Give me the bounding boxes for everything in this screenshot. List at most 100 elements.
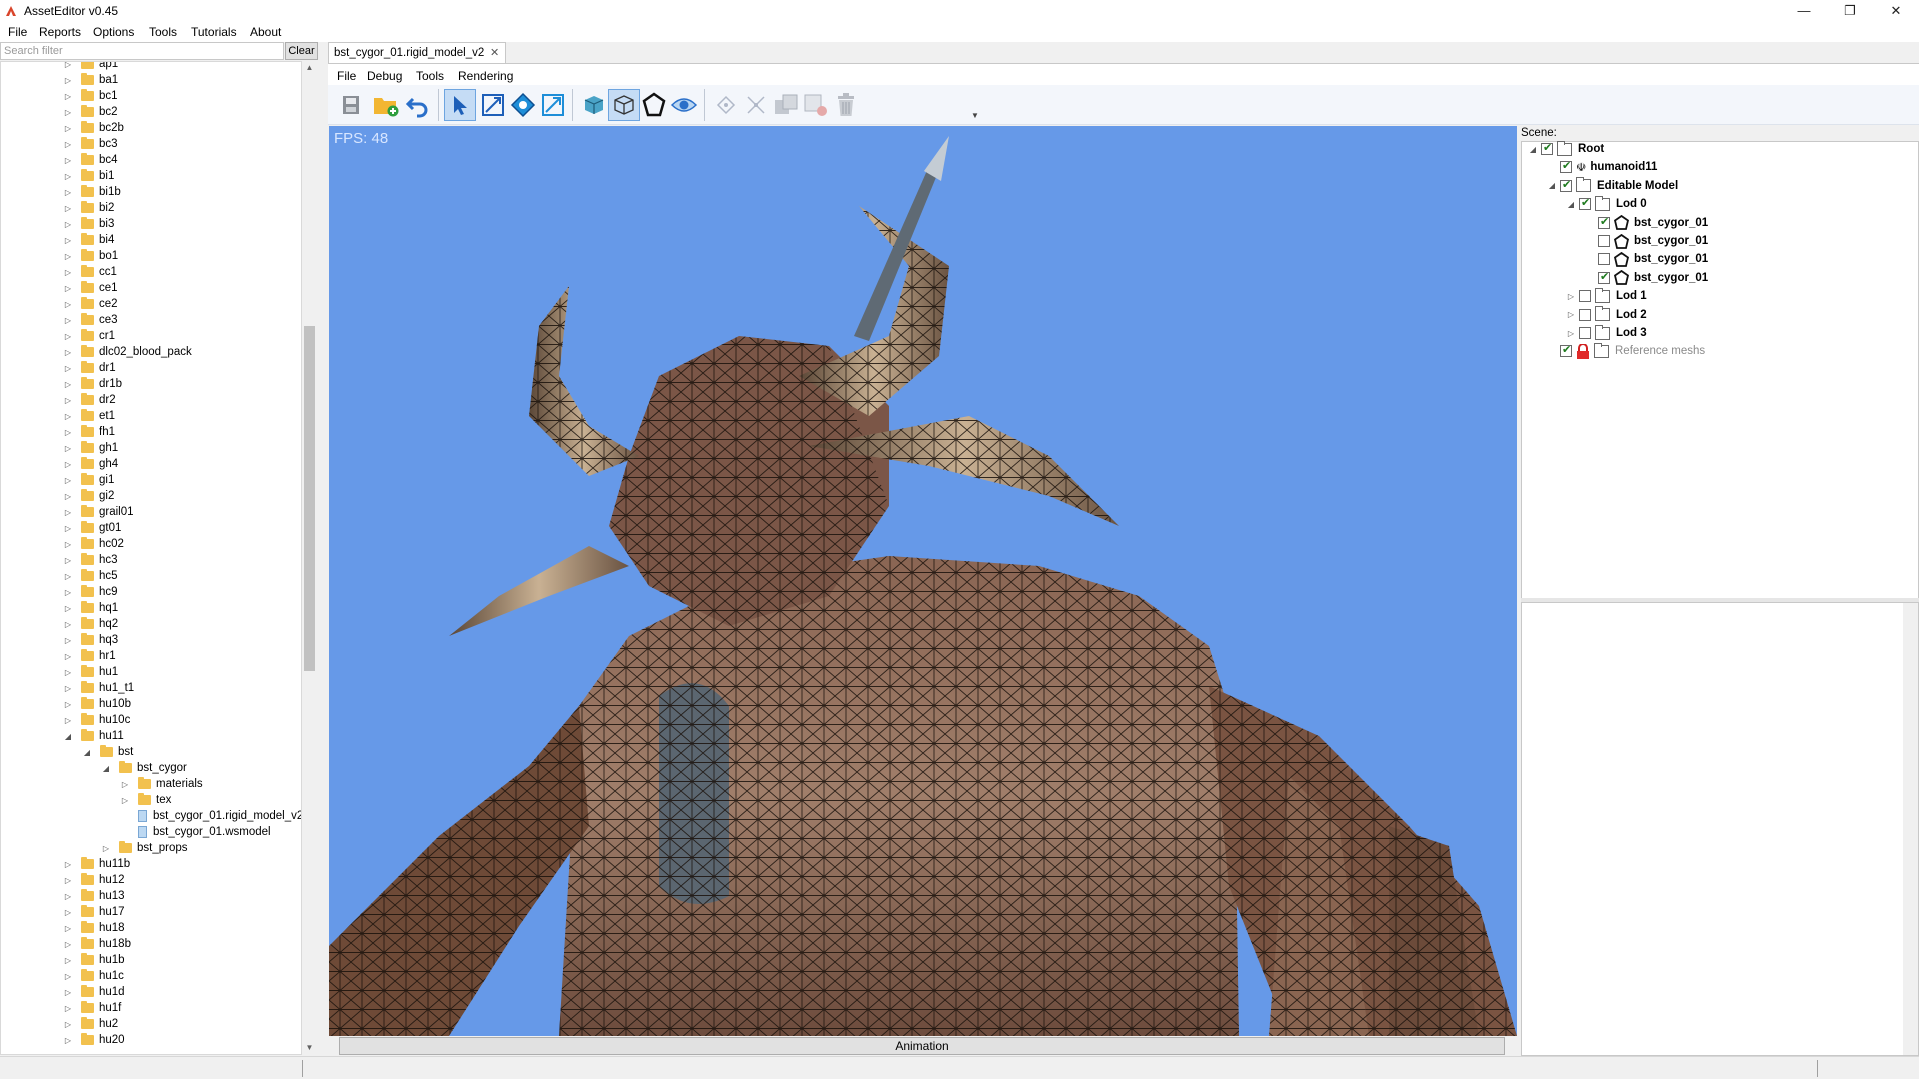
visibility-checkbox[interactable]: [1598, 235, 1610, 247]
file-tree-folder[interactable]: ◢ hu11: [63, 728, 124, 744]
collapsed-arrow-icon[interactable]: ▷: [63, 172, 73, 181]
expanded-arrow-icon[interactable]: ◢: [1527, 145, 1539, 154]
file-tree-folder[interactable]: ◢ bst: [82, 744, 133, 760]
file-tree-folder[interactable]: ▷ dr1: [63, 360, 116, 376]
collapsed-arrow-icon[interactable]: ▷: [63, 604, 73, 613]
collapsed-arrow-icon[interactable]: ▷: [63, 124, 73, 133]
file-tree-folder[interactable]: ▷ materials: [120, 776, 203, 792]
collapsed-arrow-icon[interactable]: ▷: [63, 460, 73, 469]
collapsed-arrow-icon[interactable]: ▷: [63, 924, 73, 933]
collapsed-arrow-icon[interactable]: ▷: [63, 988, 73, 997]
collapsed-arrow-icon[interactable]: ▷: [63, 684, 73, 693]
collapsed-arrow-icon[interactable]: ▷: [63, 972, 73, 981]
collapsed-arrow-icon[interactable]: ▷: [63, 156, 73, 165]
file-tree-folder[interactable]: ▷ hc5: [63, 568, 118, 584]
collapsed-arrow-icon[interactable]: ▷: [63, 348, 73, 357]
expand-icon[interactable]: [537, 89, 569, 121]
file-tree-folder[interactable]: ▷ bc1: [63, 88, 118, 104]
file-tree-folder[interactable]: ▷ gi1: [63, 472, 114, 488]
file-tree-folder[interactable]: ▷ cr1: [63, 328, 115, 344]
file-tree-folder[interactable]: ▷ bi1: [63, 168, 114, 184]
clear-button[interactable]: Clear: [285, 42, 318, 60]
collapsed-arrow-icon[interactable]: ▷: [63, 1004, 73, 1013]
collapsed-arrow-icon[interactable]: ▷: [63, 284, 73, 293]
scene-tree-item[interactable]: ◢ Lod 0: [1565, 195, 1647, 213]
file-tree-folder[interactable]: ▷ hu1b: [63, 952, 125, 968]
visibility-checkbox[interactable]: [1579, 327, 1591, 339]
scene-tree-item[interactable]: ▷ Lod 1: [1565, 287, 1647, 305]
collapsed-arrow-icon[interactable]: ▷: [63, 76, 73, 85]
file-tree-folder[interactable]: ▷ bc2: [63, 104, 118, 120]
scene-tree-item[interactable]: bst_cygor_01: [1584, 214, 1708, 232]
file-tree-folder[interactable]: ▷ bst_props: [101, 840, 188, 856]
animation-button[interactable]: Animation: [339, 1037, 1505, 1055]
collapsed-arrow-icon[interactable]: ▷: [1565, 329, 1577, 338]
visibility-checkbox[interactable]: [1598, 253, 1610, 266]
file-tree-folder[interactable]: ▷ hu18b: [63, 936, 131, 952]
file-tree-folder[interactable]: ▷ hu13: [63, 888, 125, 904]
file-tree-folder[interactable]: ▷ hu10c: [63, 712, 130, 728]
scene-tree-item[interactable]: bst_cygor_01: [1584, 232, 1708, 250]
file-tree-scrollbar[interactable]: ▲ ▼: [302, 61, 317, 1055]
collapsed-arrow-icon[interactable]: ▷: [63, 668, 73, 677]
visibility-checkbox[interactable]: [1579, 290, 1591, 303]
collapsed-arrow-icon[interactable]: ▷: [63, 892, 73, 901]
visibility-checkbox[interactable]: [1579, 308, 1591, 321]
editor-menu-debug[interactable]: Debug: [367, 69, 402, 83]
file-tree-folder[interactable]: ▷ hu1c: [63, 968, 124, 984]
collapsed-arrow-icon[interactable]: ▷: [120, 796, 130, 805]
file-tree-folder[interactable]: ▷ gh4: [63, 456, 118, 472]
file-tree-folder[interactable]: ▷ bc2b: [63, 120, 124, 136]
collapsed-arrow-icon[interactable]: ▷: [63, 204, 73, 213]
scene-tree-item[interactable]: ◢ Root: [1527, 140, 1604, 158]
collapsed-arrow-icon[interactable]: ▷: [63, 140, 73, 149]
scroll-up-icon[interactable]: ▲: [302, 61, 317, 75]
file-tree-folder[interactable]: ▷ hc02: [63, 536, 124, 552]
merge-icon[interactable]: [800, 89, 832, 121]
file-tree-folder[interactable]: ▷ tex: [120, 792, 171, 808]
collapsed-arrow-icon[interactable]: ▷: [63, 860, 73, 869]
collapsed-arrow-icon[interactable]: ▷: [120, 780, 130, 789]
duplicate-icon[interactable]: [770, 89, 802, 121]
collapsed-arrow-icon[interactable]: ▷: [63, 236, 73, 245]
collapsed-arrow-icon[interactable]: ▷: [63, 316, 73, 325]
editor-menu-rendering[interactable]: Rendering: [458, 69, 513, 83]
menu-options[interactable]: Options: [93, 25, 134, 39]
file-tree-folder[interactable]: ▷ ap1: [63, 62, 118, 72]
collapsed-arrow-icon[interactable]: ▷: [63, 364, 73, 373]
file-tree-folder[interactable]: ▷ bi3: [63, 216, 114, 232]
scene-tree-item[interactable]: bst_cygor_01: [1584, 250, 1708, 268]
scene-tree-item[interactable]: bst_cygor_01: [1584, 269, 1708, 287]
editor-menu-file[interactable]: File: [337, 69, 356, 83]
file-tree-folder[interactable]: ▷ bc4: [63, 152, 118, 168]
collapsed-arrow-icon[interactable]: ▷: [63, 716, 73, 725]
file-tree-folder[interactable]: ▷ bc3: [63, 136, 118, 152]
file-tree-folder[interactable]: ▷ hu2: [63, 1016, 118, 1032]
file-tree-folder[interactable]: ▷ hu1_t1: [63, 680, 134, 696]
file-tree-folder[interactable]: ▷ hc3: [63, 552, 118, 568]
file-tree-folder[interactable]: ▷ hu10b: [63, 696, 131, 712]
scroll-down-icon[interactable]: ▼: [302, 1041, 317, 1055]
collapsed-arrow-icon[interactable]: ▷: [63, 620, 73, 629]
file-tree-folder[interactable]: ▷ hu17: [63, 904, 125, 920]
file-tree-file[interactable]: bst_cygor_01.rigid_model_v2: [120, 808, 301, 824]
collapsed-arrow-icon[interactable]: ▷: [63, 300, 73, 309]
collapsed-arrow-icon[interactable]: ▷: [63, 876, 73, 885]
collapsed-arrow-icon[interactable]: ▷: [63, 332, 73, 341]
collapsed-arrow-icon[interactable]: ▷: [63, 444, 73, 453]
cube-icon[interactable]: [578, 89, 610, 121]
file-tree-folder[interactable]: ◢ bst_cygor: [101, 760, 187, 776]
collapsed-arrow-icon[interactable]: ▷: [63, 1020, 73, 1029]
toolbar-overflow-icon[interactable]: ▼: [971, 111, 979, 120]
collapsed-arrow-icon[interactable]: ▷: [63, 572, 73, 581]
file-tree-folder[interactable]: ▷ hq1: [63, 600, 118, 616]
delete-icon[interactable]: [830, 89, 862, 121]
file-tree-folder[interactable]: ▷ hu11b: [63, 856, 130, 872]
menu-file[interactable]: File: [8, 25, 27, 39]
visibility-checkbox[interactable]: [1579, 196, 1591, 211]
file-tree-file[interactable]: bst_cygor_01.wsmodel: [120, 824, 271, 840]
wireframe-cube-icon[interactable]: [608, 89, 640, 121]
expanded-arrow-icon[interactable]: ◢: [1565, 200, 1577, 209]
split-icon[interactable]: [740, 89, 772, 121]
file-tree-folder[interactable]: ▷ fh1: [63, 424, 115, 440]
